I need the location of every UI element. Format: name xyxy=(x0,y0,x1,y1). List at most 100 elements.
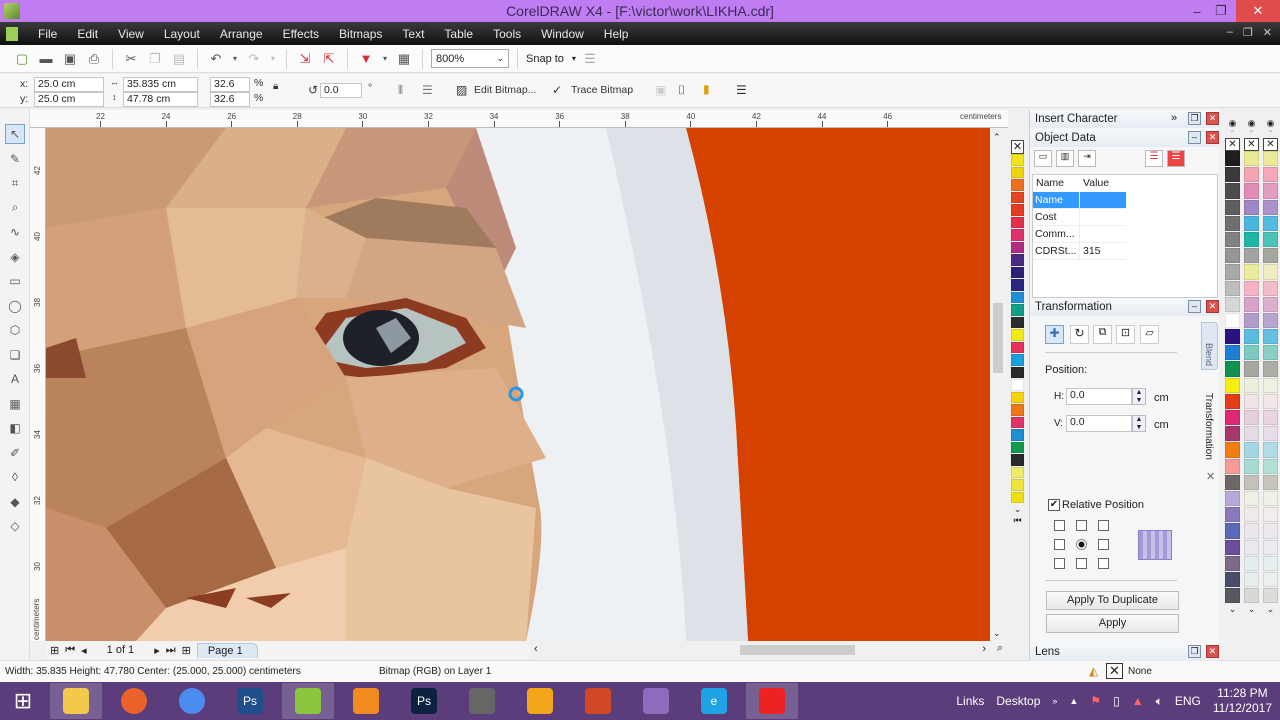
color-swatch[interactable] xyxy=(1011,466,1024,478)
coreldraw-app-icon[interactable] xyxy=(4,3,20,19)
x-position-field[interactable]: 25.0 cm xyxy=(34,77,104,92)
color-swatch[interactable] xyxy=(1011,341,1024,353)
color-swatch[interactable] xyxy=(1244,458,1259,474)
apply-button[interactable]: Apply xyxy=(1046,614,1179,633)
color-swatch[interactable] xyxy=(1011,404,1024,416)
menu-tools[interactable]: Tools xyxy=(483,27,531,41)
object-height-field[interactable]: 47.78 cm xyxy=(123,92,198,107)
color-swatch[interactable] xyxy=(1244,296,1259,312)
windows-start-icon[interactable]: ⊞ xyxy=(0,688,46,714)
undo-dropdown-icon[interactable]: ▾ xyxy=(230,49,240,69)
menu-bitmaps[interactable]: Bitmaps xyxy=(329,27,392,41)
color-swatch[interactable] xyxy=(1225,426,1240,442)
color-swatch[interactable] xyxy=(1225,167,1240,183)
close-tab-icon[interactable]: ✕ xyxy=(1206,470,1215,483)
color-swatch[interactable] xyxy=(1011,216,1024,228)
position-v-field[interactable]: 0.0 xyxy=(1066,415,1132,432)
redo-dropdown-icon[interactable]: ▾ xyxy=(268,49,278,69)
redo-icon[interactable]: ↷ xyxy=(244,49,264,69)
action-center-icon[interactable]: ⚑ xyxy=(1090,694,1101,708)
transformation-tab[interactable]: Transformation xyxy=(1201,375,1218,470)
color-swatch[interactable] xyxy=(1011,316,1024,328)
color-swatch[interactable] xyxy=(1225,345,1240,361)
color-swatch[interactable] xyxy=(1263,361,1278,377)
palette-scroll-down-icon[interactable]: ⌄ xyxy=(1244,604,1259,615)
taskbar-coreldraw[interactable] xyxy=(282,683,334,719)
color-swatch[interactable] xyxy=(1244,167,1259,183)
edit-bitmap-icon[interactable]: ▨ xyxy=(456,83,467,97)
color-swatch[interactable] xyxy=(1263,151,1278,167)
color-swatch[interactable] xyxy=(1225,571,1240,588)
links-toolbar[interactable]: Links xyxy=(956,694,984,708)
color-swatch[interactable] xyxy=(1011,441,1024,453)
copy-icon[interactable]: ❐ xyxy=(145,49,165,69)
object-data-row[interactable]: Comm... xyxy=(1033,226,1217,243)
field-value[interactable] xyxy=(1080,226,1126,243)
no-color-swatch-icon[interactable]: ✕ xyxy=(1011,140,1024,154)
object-data-row[interactable]: CDRSt... 315 xyxy=(1033,243,1217,260)
next-page-icon[interactable]: ▸ xyxy=(154,644,160,657)
bitmap-color-mask-icon[interactable]: ▣ xyxy=(655,83,666,97)
doc-restore-button[interactable]: ❐ xyxy=(1243,26,1253,39)
color-swatch[interactable] xyxy=(1225,296,1240,312)
color-swatch[interactable] xyxy=(1263,167,1278,183)
menu-table[interactable]: Table xyxy=(434,27,483,41)
color-swatch[interactable] xyxy=(1244,312,1259,329)
anchor-point-checkbox[interactable] xyxy=(1076,558,1087,569)
color-swatch[interactable] xyxy=(1225,523,1240,539)
taskbar-screen-recorder[interactable] xyxy=(746,683,798,719)
color-swatch[interactable] xyxy=(1244,215,1259,231)
zoom-navigator-icon[interactable]: ⌕ xyxy=(997,642,1003,655)
save-icon[interactable]: ▣ xyxy=(60,49,80,69)
color-swatch[interactable] xyxy=(1263,280,1278,296)
column-header-name[interactable]: Name xyxy=(1033,175,1080,192)
mirror-horizontal-icon[interactable]: ⫴ xyxy=(398,83,403,98)
anchor-point-checkbox[interactable] xyxy=(1054,520,1065,531)
minimize-transformation-button[interactable]: – xyxy=(1188,300,1201,313)
close-lens-button[interactable]: ✕ xyxy=(1206,645,1219,658)
color-swatch[interactable] xyxy=(1263,329,1278,345)
menu-file[interactable]: File xyxy=(28,27,67,41)
taskbar-internet-explorer[interactable]: e xyxy=(688,683,740,719)
field-value[interactable] xyxy=(1080,209,1126,226)
color-swatch[interactable] xyxy=(1225,361,1240,377)
menu-help[interactable]: Help xyxy=(594,27,639,41)
color-swatch[interactable] xyxy=(1263,426,1278,442)
color-swatch[interactable] xyxy=(1225,393,1240,409)
horizontal-ruler[interactable]: 22 24 26 28 30 32 34 36 38 40 42 44 46 centimeters xyxy=(30,110,1008,128)
blend-tab[interactable]: Blend xyxy=(1201,322,1218,370)
trace-bitmap-button[interactable]: Trace Bitmap xyxy=(571,84,633,96)
color-swatch[interactable] xyxy=(1263,248,1278,264)
scale-mirror-transform-icon[interactable]: ⧉ xyxy=(1093,325,1112,344)
spreadsheet-icon[interactable]: ▥ xyxy=(1056,150,1074,167)
color-swatch[interactable] xyxy=(1011,241,1024,253)
menu-edit[interactable]: Edit xyxy=(67,27,108,41)
smart-fill-tool-icon[interactable]: ◈ xyxy=(5,247,25,267)
color-swatch[interactable] xyxy=(1263,507,1278,523)
color-swatch[interactable] xyxy=(1011,429,1024,441)
color-swatch[interactable] xyxy=(1263,458,1278,474)
desktop-toolbar[interactable]: Desktop xyxy=(996,694,1040,708)
options-icon[interactable]: ☰ xyxy=(580,49,600,69)
color-swatch[interactable] xyxy=(1263,555,1278,571)
apply-to-duplicate-button[interactable]: Apply To Duplicate xyxy=(1046,591,1179,610)
color-swatch[interactable] xyxy=(1244,361,1259,377)
color-swatch[interactable] xyxy=(1225,264,1240,280)
color-swatch[interactable] xyxy=(1225,474,1240,490)
color-swatch[interactable] xyxy=(1225,377,1240,393)
color-swatch[interactable] xyxy=(1225,151,1240,167)
no-color-swatch-icon[interactable]: ✕ xyxy=(1225,138,1240,151)
color-swatch[interactable] xyxy=(1263,410,1278,426)
taskbar-chrome[interactable] xyxy=(166,683,218,719)
cut-icon[interactable]: ✂ xyxy=(121,49,141,69)
color-palette-grays[interactable]: ◉ ⌃ ✕ ⌄ xyxy=(1225,118,1240,648)
y-position-field[interactable]: 25.0 cm xyxy=(34,92,104,107)
basic-shapes-tool-icon[interactable]: ❏ xyxy=(5,345,25,365)
application-launcher-icon[interactable]: ▼ xyxy=(356,49,376,69)
color-swatch[interactable] xyxy=(1244,490,1259,507)
color-swatch[interactable] xyxy=(1244,426,1259,442)
shape-tool-icon[interactable]: ✎ xyxy=(5,149,25,169)
palette-scroll-up-icon[interactable]: ⌃ xyxy=(1263,129,1278,138)
color-swatch[interactable] xyxy=(1263,377,1278,393)
rectangle-tool-icon[interactable]: ▭ xyxy=(5,271,25,291)
